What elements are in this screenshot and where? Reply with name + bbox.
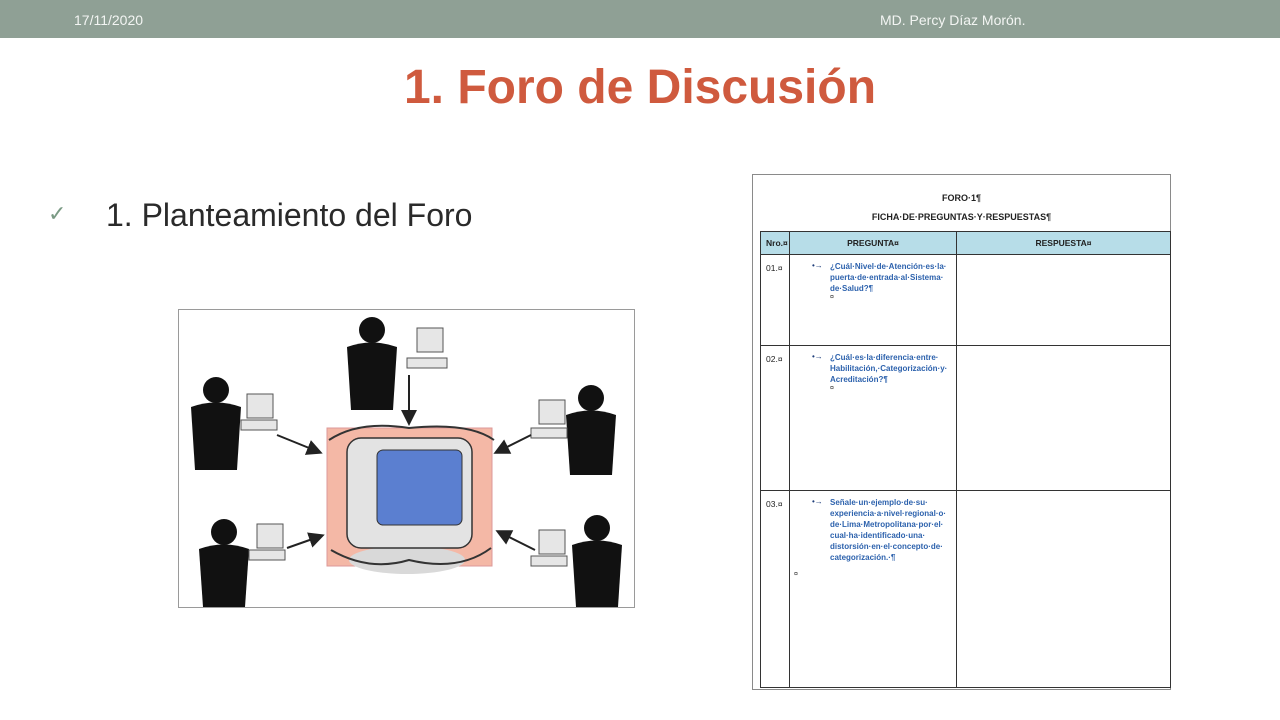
table-row: 02.¤ •→ ¿Cuál·es·la·diferencia·entre· Ha… [760, 345, 1171, 491]
bullet-arrow-icon: •→ [812, 261, 823, 270]
form-subtitle: FICHA·DE·PREGUNTAS·Y·RESPUESTAS¶ [871, 212, 1052, 222]
forum-question-form-image: FORO·1¶ FICHA·DE·PREGUNTAS·Y·RESPUESTAS¶… [752, 174, 1171, 690]
form-title: FORO·1¶ [941, 193, 981, 203]
person-icon [199, 519, 249, 607]
row-number: 03.¤ [760, 490, 790, 688]
cell-mark: ¤ [830, 294, 834, 301]
checkmark-icon: ✓ [48, 201, 67, 226]
slide-header-bar: 17/11/2020 MD. Percy Díaz Morón. [0, 0, 1280, 38]
answer-cell [956, 254, 1171, 346]
cell-mark: ¤ [794, 571, 798, 578]
person-icon [572, 515, 622, 607]
computer-icon [530, 529, 568, 567]
column-header-respuesta: RESPUESTA¤ [956, 231, 1171, 255]
column-header-pregunta: PREGUNTA¤ [789, 231, 957, 255]
answer-cell [956, 490, 1171, 688]
bullet-arrow-icon: •→ [812, 352, 823, 361]
computer-icon [530, 399, 568, 439]
bullet-arrow-icon: •→ [812, 497, 823, 506]
forum-illustration [178, 309, 635, 608]
slide-title: 1. Foro de Discusión [403, 61, 877, 114]
central-monitor-icon [326, 424, 495, 574]
question-cell: •→ ¿Cuál·Nivel·de·Atención·es·la· puerta… [789, 254, 957, 346]
computer-icon [406, 327, 448, 369]
computer-icon [240, 393, 278, 431]
row-number: 02.¤ [760, 345, 790, 491]
column-header-nro: Nro.¤ [760, 231, 790, 255]
slide-author: MD. Percy Díaz Morón. [880, 12, 1026, 28]
question-cell: •→ ¿Cuál·es·la·diferencia·entre· Habilit… [789, 345, 957, 491]
question-cell: •→ Señale·un·ejemplo·de·su· experiencia·… [789, 490, 957, 688]
person-icon [347, 317, 397, 410]
computer-icon [248, 523, 286, 561]
person-icon [191, 377, 241, 470]
questions-table: Nro.¤ PREGUNTA¤ RESPUESTA¤ 01.¤ •→ ¿Cuál… [760, 231, 1171, 688]
question-text: ¿Cuál·es·la·diferencia·entre· Habilitaci… [830, 353, 948, 384]
person-icon [566, 385, 616, 475]
network-diagram-image [191, 317, 622, 607]
row-number: 01.¤ [760, 254, 790, 346]
bullet-text: 1. Planteamiento del Foro [106, 197, 473, 233]
cell-mark: ¤ [830, 385, 834, 392]
question-text: Señale·un·ejemplo·de·su· experiencia·a·n… [830, 498, 947, 562]
answer-cell [956, 345, 1171, 491]
table-row: 03.¤ •→ Señale·un·ejemplo·de·su· experie… [760, 490, 1171, 688]
slide-date: 17/11/2020 [74, 12, 144, 28]
question-text: ¿Cuál·Nivel·de·Atención·es·la· puerta·de… [830, 262, 947, 293]
table-header-row: Nro.¤ PREGUNTA¤ RESPUESTA¤ [760, 231, 1171, 255]
table-row: 01.¤ •→ ¿Cuál·Nivel·de·Atención·es·la· p… [760, 254, 1171, 346]
